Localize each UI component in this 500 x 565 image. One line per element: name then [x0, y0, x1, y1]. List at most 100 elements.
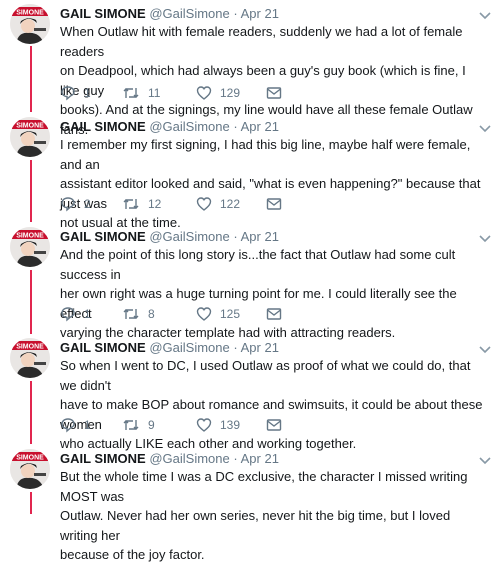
direct-message-button[interactable] — [266, 84, 290, 102]
direct-message-icon — [266, 87, 282, 99]
like-button[interactable]: 125 — [196, 305, 240, 323]
author-name[interactable]: GAIL SIMONE — [60, 119, 146, 134]
tweet-date[interactable]: Apr 21 — [241, 119, 279, 134]
author-name[interactable]: GAIL SIMONE — [60, 229, 146, 244]
tweet-actions: 1 11 129 — [60, 84, 360, 102]
retweet-button[interactable]: 8 — [122, 305, 155, 323]
tweet-date[interactable]: Apr 21 — [241, 6, 279, 21]
like-count: 125 — [220, 307, 241, 321]
retweet-icon — [123, 420, 139, 430]
reply-button[interactable]: 1 — [60, 84, 91, 102]
tweet-text-line: Outlaw. Never had her own series, never … — [60, 508, 451, 543]
author-handle[interactable]: @GailSimone — [149, 119, 229, 134]
chevron-down-icon[interactable] — [478, 453, 492, 467]
tweet-header: GAIL SIMONE @GailSimone · Apr 21 — [60, 340, 480, 356]
like-icon — [196, 86, 212, 100]
tweet-actions: 2 12 122 — [60, 195, 360, 213]
retweet-button[interactable]: 11 — [122, 84, 160, 102]
like-count: 122 — [220, 197, 241, 211]
svg-text:SIMONE: SIMONE — [16, 123, 44, 130]
retweet-count: 9 — [148, 418, 155, 432]
tweet-text: And the point of this long story is...th… — [60, 245, 488, 343]
like-count: 129 — [220, 86, 241, 100]
reply-count: 1 — [84, 418, 91, 432]
tweet-text-line: because of the joy factor. — [60, 547, 205, 562]
author-name[interactable]: GAIL SIMONE — [60, 340, 146, 355]
reply-count: 1 — [84, 86, 91, 100]
tweet[interactable]: SIMONE GAIL SIMONE @GailSimone · Apr 21 … — [0, 223, 500, 340]
direct-message-icon — [266, 308, 282, 320]
reply-icon — [61, 418, 75, 433]
retweet-count: 11 — [148, 86, 161, 100]
reply-icon — [61, 86, 75, 101]
retweet-icon — [123, 88, 139, 98]
tweet-text: I remember my first signing, I had this … — [60, 135, 488, 233]
retweet-icon — [123, 199, 139, 209]
tweet[interactable]: SIMONE GAIL SIMONE @GailSimone · Apr 21 … — [0, 0, 500, 137]
like-icon — [196, 197, 212, 211]
separator: · — [233, 6, 238, 21]
tweet-header: GAIL SIMONE @GailSimone · Apr 21 — [60, 451, 480, 467]
chevron-down-icon[interactable] — [478, 8, 492, 22]
tweet-text-line: So when I went to DC, I used Outlaw as p… — [60, 358, 471, 393]
author-name[interactable]: GAIL SIMONE — [60, 6, 146, 21]
tweet-text-line: When Outlaw hit with female readers, sud… — [60, 24, 463, 59]
retweet-count: 12 — [148, 197, 162, 211]
tweet-text-line: And the point of this long story is...th… — [60, 247, 456, 282]
tweet-actions: 1 9 139 — [60, 416, 360, 434]
retweet-button[interactable]: 12 — [122, 195, 161, 213]
tweet-date[interactable]: Apr 21 — [241, 340, 279, 355]
direct-message-button[interactable] — [266, 416, 290, 434]
avatar[interactable]: SIMONE — [10, 117, 50, 157]
retweet-icon — [123, 309, 139, 319]
avatar[interactable]: SIMONE — [10, 4, 50, 44]
like-button[interactable]: 139 — [196, 416, 240, 434]
avatar[interactable]: SIMONE — [10, 449, 50, 489]
like-button[interactable]: 122 — [196, 195, 240, 213]
reply-button[interactable]: 1 — [60, 416, 91, 434]
separator: · — [233, 451, 238, 466]
author-handle[interactable]: @GailSimone — [149, 340, 229, 355]
reply-icon — [61, 197, 75, 212]
chevron-down-icon[interactable] — [478, 121, 492, 135]
separator: · — [233, 340, 238, 355]
svg-text:SIMONE: SIMONE — [16, 233, 44, 240]
tweet-header: GAIL SIMONE @GailSimone · Apr 21 — [60, 119, 480, 135]
avatar[interactable]: SIMONE — [10, 338, 50, 378]
tweet-header: GAIL SIMONE @GailSimone · Apr 21 — [60, 6, 480, 22]
tweet[interactable]: SIMONE GAIL SIMONE @GailSimone · Apr 21 … — [0, 113, 500, 230]
chevron-down-icon[interactable] — [478, 342, 492, 356]
direct-message-icon — [266, 198, 282, 210]
direct-message-button[interactable] — [266, 195, 290, 213]
reply-count: 1 — [84, 307, 91, 321]
like-button[interactable]: 129 — [196, 84, 240, 102]
retweet-count: 8 — [148, 307, 155, 321]
tweet[interactable]: SIMONE GAIL SIMONE @GailSimone · Apr 21 … — [0, 445, 500, 562]
direct-message-icon — [266, 419, 282, 431]
like-count: 139 — [220, 418, 241, 432]
like-icon — [196, 307, 212, 321]
separator: · — [233, 229, 238, 244]
chevron-down-icon[interactable] — [478, 231, 492, 245]
author-handle[interactable]: @GailSimone — [149, 451, 229, 466]
tweet-actions: 1 8 125 — [60, 305, 360, 323]
svg-text:SIMONE: SIMONE — [16, 10, 44, 17]
author-handle[interactable]: @GailSimone — [149, 229, 229, 244]
reply-button[interactable]: 1 — [60, 305, 91, 323]
tweet-date[interactable]: Apr 21 — [241, 451, 279, 466]
reply-icon — [61, 307, 75, 322]
tweet-text-line: I remember my first signing, I had this … — [60, 137, 471, 172]
tweet-date[interactable]: Apr 21 — [241, 229, 279, 244]
svg-text:SIMONE: SIMONE — [16, 344, 44, 351]
avatar[interactable]: SIMONE — [10, 227, 50, 267]
direct-message-button[interactable] — [266, 305, 290, 323]
tweet[interactable]: SIMONE GAIL SIMONE @GailSimone · Apr 21 … — [0, 334, 500, 451]
tweet-text: But the whole time I was a DC exclusive,… — [60, 467, 488, 565]
author-name[interactable]: GAIL SIMONE — [60, 451, 146, 466]
retweet-button[interactable]: 9 — [122, 416, 155, 434]
tweet-header: GAIL SIMONE @GailSimone · Apr 21 — [60, 229, 480, 245]
author-handle[interactable]: @GailSimone — [149, 6, 229, 21]
tweet-text: So when I went to DC, I used Outlaw as p… — [60, 356, 488, 454]
tweet-text-line: But the whole time I was a DC exclusive,… — [60, 469, 468, 504]
reply-button[interactable]: 2 — [60, 195, 91, 213]
